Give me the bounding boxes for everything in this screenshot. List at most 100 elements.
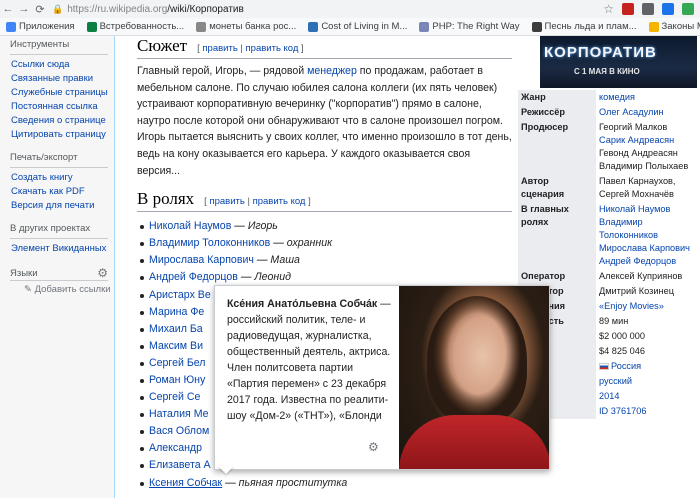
sidebar-link[interactable]: Ссылки сюда <box>11 59 70 70</box>
infobox-link[interactable]: Россия <box>611 361 641 371</box>
film-poster[interactable]: КОРПОРАТИВ С 1 МАЯ В КИНО <box>540 36 697 88</box>
actor-link[interactable]: Вася Облом <box>149 425 209 437</box>
actor-link[interactable]: Аристарх Ве <box>149 289 211 301</box>
bookmark-favicon-icon <box>308 21 319 32</box>
actor-link[interactable]: Николай Наумов <box>149 220 231 232</box>
actor-link[interactable]: Сергей Се <box>149 391 200 403</box>
infobox-text: $4 825 046 <box>599 346 645 356</box>
infobox-value: «Enjoy Movies» <box>596 299 700 314</box>
bookmark-star-icon[interactable]: ☆ <box>603 2 614 16</box>
infobox-link[interactable]: Мирослава Карпович <box>599 243 690 253</box>
forward-icon[interactable]: → <box>16 3 32 15</box>
actor-link[interactable]: Александр <box>149 442 202 454</box>
bookmark-item[interactable]: Песнь льда и плам... <box>526 21 643 32</box>
infobox-link[interactable]: комедия <box>599 92 635 102</box>
bookmark-item[interactable]: Законы Мэрфи <box>643 21 700 32</box>
gear-icon[interactable]: ⚙ <box>97 266 108 280</box>
extension-icon[interactable] <box>622 3 634 15</box>
infobox-value: 2014 <box>596 389 700 404</box>
page-preview-popup[interactable]: Ксе́ния Анато́льевна Собча́к — российски… <box>214 285 550 470</box>
extension-icon[interactable] <box>642 3 654 15</box>
infobox-text: $2 000 000 <box>599 331 645 341</box>
edit-link[interactable]: править <box>202 43 237 54</box>
infobox-text: Георгий Малков <box>599 122 668 132</box>
russia-flag-icon <box>599 363 609 371</box>
sidebar-item: Сведения о странице <box>11 114 114 128</box>
sidebar-link[interactable]: Элемент Викиданных <box>11 243 106 254</box>
settings-gear-icon[interactable]: ⚙ <box>368 440 379 454</box>
infobox-link[interactable]: Николай Наумов <box>599 204 670 214</box>
actor-link[interactable]: Андрей Федорцов <box>149 271 238 283</box>
bookmark-label: Встребованность... <box>99 21 185 32</box>
sidebar-link[interactable]: Цитировать страницу <box>11 129 106 140</box>
sidebar-link[interactable]: Создать книгу <box>11 172 73 183</box>
dash: — <box>222 476 239 489</box>
infobox-value: 89 мин <box>596 314 700 329</box>
infobox-link[interactable]: 2014 <box>599 391 619 401</box>
bookmark-favicon-icon <box>531 21 542 32</box>
url-field[interactable]: https://ru.wikipedia.org/wiki/Корпоратив <box>67 4 244 15</box>
actor-link[interactable]: Максим Ви <box>149 340 203 352</box>
poster-subtitle: С 1 МАЯ В КИНО <box>574 67 640 76</box>
bookmark-item[interactable]: монеты банка рос... <box>190 21 302 32</box>
infobox-text: Сергей Мохначёв <box>599 189 674 199</box>
dash: — <box>231 220 248 233</box>
role-text: охранник <box>286 237 333 250</box>
actor-link[interactable]: Наталия Ме <box>149 408 209 420</box>
bookmark-item[interactable]: PHP: The Right Way <box>413 21 525 32</box>
infobox-row: В главных ролях Николай Наумов Владимир То… <box>518 202 700 269</box>
cast-heading: В ролях [ править | править код ] <box>137 189 512 213</box>
infobox-link[interactable]: ID 3761706 <box>599 406 647 416</box>
projects-heading: В других проектах <box>10 223 91 234</box>
actor-link[interactable]: Елизавета А <box>149 459 211 471</box>
actor-link[interactable]: Сергей Бел <box>149 357 206 369</box>
sidebar-link[interactable]: Версия для печати <box>11 200 94 211</box>
print-list: Создать книгу Скачать как PDF Версия для п… <box>11 171 114 213</box>
sidebar-link[interactable]: Постоянная ссылка <box>11 101 98 112</box>
lock-icon[interactable]: 🔒 <box>52 4 63 15</box>
sidebar-link[interactable]: Связанные правки <box>11 73 93 84</box>
bookmark-item[interactable]: Приложения <box>0 21 81 32</box>
infobox-value: Николай Наумов Владимир Толоконников Мирос… <box>596 202 700 269</box>
role-text: Игорь <box>247 220 278 233</box>
sidebar-link[interactable]: Служебные страницы <box>11 87 108 98</box>
actor-link[interactable]: Роман Юну <box>149 374 205 386</box>
role-text: Леонид <box>254 271 291 284</box>
sidebar-item: Связанные правки <box>11 72 114 86</box>
edit-code-link[interactable]: править код <box>246 43 299 54</box>
divider <box>10 167 108 168</box>
sidebar-link[interactable]: Скачать как PDF <box>11 186 85 197</box>
bookmark-label: Песнь льда и плам... <box>544 21 637 32</box>
actor-link[interactable]: Михаил Ба <box>149 323 203 335</box>
back-icon[interactable]: ← <box>0 3 16 15</box>
infobox-link[interactable]: русский <box>599 376 632 386</box>
actor-link[interactable]: Мирослава Карпович <box>149 254 254 266</box>
infobox-row: Оператор Алексей Куприянов <box>518 269 700 284</box>
actor-link[interactable]: Марина Фе <box>149 306 204 318</box>
edit-code-link[interactable]: править код <box>253 196 306 207</box>
infobox-key: Оператор <box>518 269 596 284</box>
bookmark-label: PHP: The Right Way <box>432 21 520 32</box>
infobox-link[interactable]: Сарик Андреасян <box>599 135 674 145</box>
reload-icon[interactable]: ⟳ <box>32 3 48 16</box>
manager-link[interactable]: менеджер <box>307 65 357 77</box>
extension-icon[interactable] <box>682 3 694 15</box>
bookmark-item[interactable]: Cost of Living in M... <box>302 21 413 32</box>
infobox-link[interactable]: «Enjoy Movies» <box>599 301 664 311</box>
infobox-link[interactable]: Андрей Федорцов <box>599 256 676 266</box>
popup-photo <box>399 286 549 469</box>
infobox-text: Павел Карнаухов, <box>599 176 676 186</box>
infobox-link[interactable]: Олег Асадулин <box>599 107 664 117</box>
add-links-link[interactable]: ✎ Добавить ссылки <box>24 284 114 295</box>
bookmark-item[interactable]: Встребованность... <box>81 21 191 32</box>
actor-link[interactable]: Ксения Собчак <box>149 477 222 489</box>
infobox-text: Гевонд Андреасян <box>599 148 678 158</box>
edit-link[interactable]: править <box>209 196 244 207</box>
infobox-link[interactable]: Владимир Толоконников <box>599 217 658 240</box>
actor-link[interactable]: Владимир Толоконников <box>149 237 270 249</box>
sidebar-link[interactable]: Сведения о странице <box>11 115 106 126</box>
address-bar: ← → ⟳ 🔒 https://ru.wikipedia.org/wiki/Ко… <box>0 0 700 18</box>
wiki-sidebar: Инструменты Ссылки сюда Связанные правки С… <box>0 36 114 498</box>
tools-heading: Инструменты <box>10 39 70 50</box>
extension-icon[interactable] <box>662 3 674 15</box>
